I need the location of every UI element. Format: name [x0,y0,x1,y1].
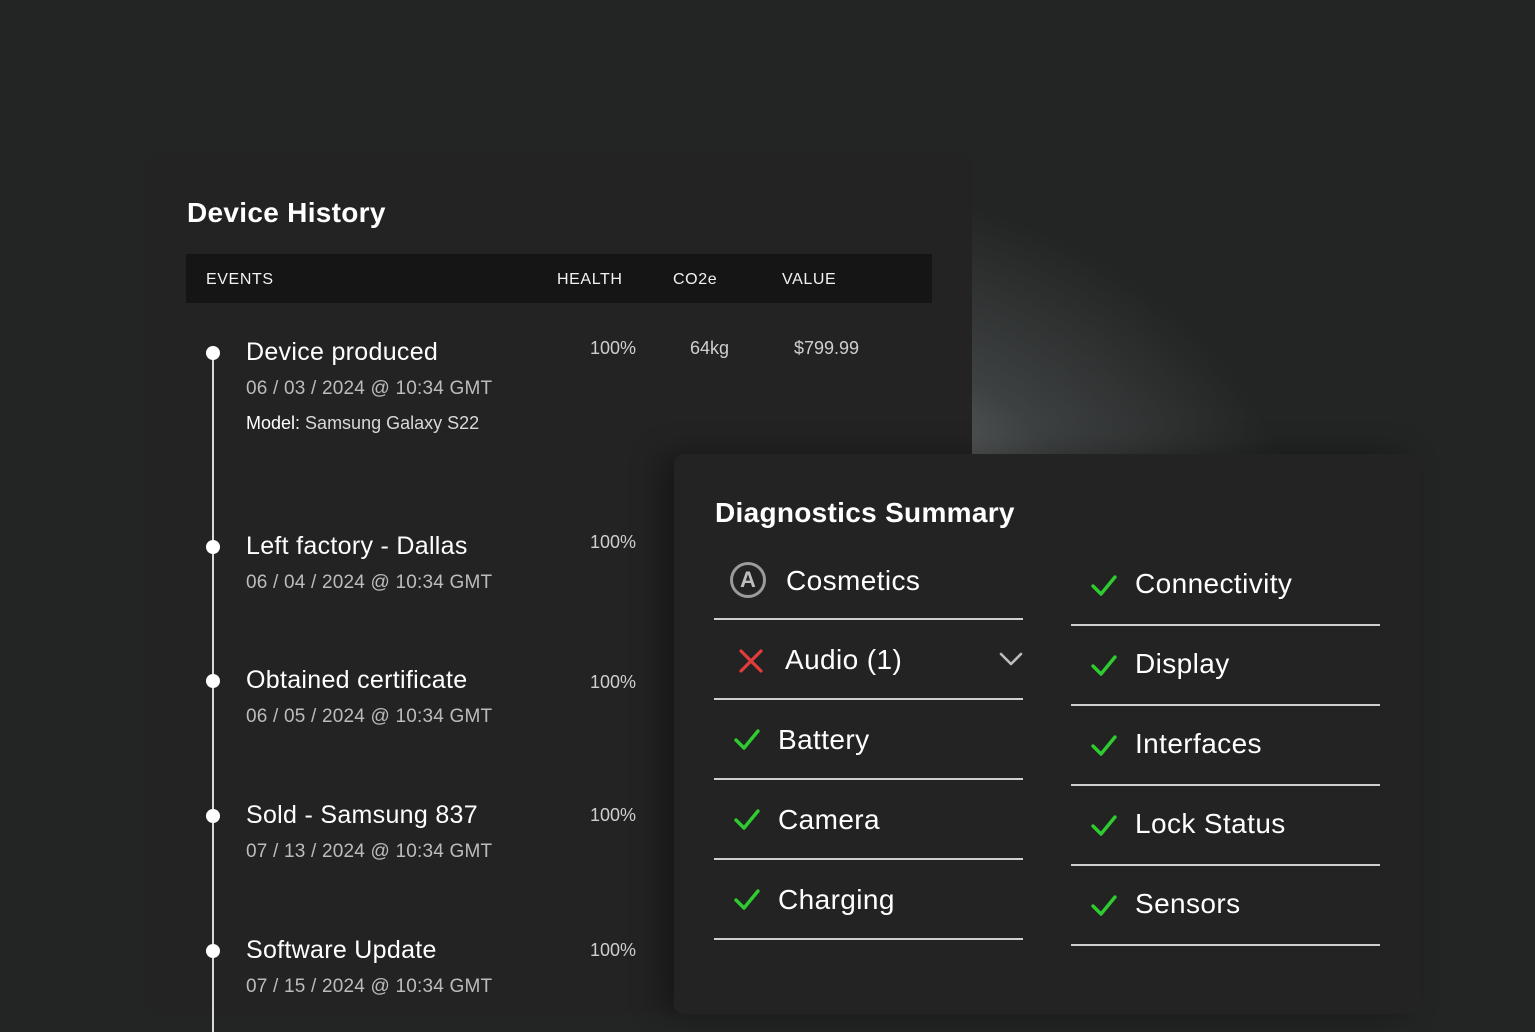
check-icon [734,809,760,830]
event-health: 100% [590,940,637,960]
history-table-header: EVENTS HEALTH CO2e VALUE [186,254,932,303]
diag-item-sensors[interactable]: Sensors [1071,866,1380,946]
diag-item-label: Lock Status [1135,808,1286,839]
event-date: 06 / 04 / 2024 @ 10:34 GMT [246,572,493,593]
diag-item-battery[interactable]: Battery [714,700,1023,780]
column-header-co2e: CO2e [673,271,718,288]
check-icon [1091,895,1117,916]
chevron-down-icon[interactable] [999,651,1023,667]
check-icon [1091,735,1117,756]
timeline-dot [206,674,220,688]
diagnostics-summary-title: Diagnostics Summary [715,497,1015,528]
diag-item-lock-status[interactable]: Lock Status [1071,786,1380,866]
event-health: 100% [590,672,637,692]
event-health: 100% [590,532,637,552]
check-icon [734,889,760,910]
column-header-value: VALUE [782,271,837,288]
diag-item-label: Battery [778,724,870,755]
column-header-events: EVENTS [206,271,274,288]
diag-item-label: Charging [778,884,895,915]
event-value: $799.99 [794,338,860,358]
diag-item-label: Camera [778,804,880,835]
diag-item-connectivity[interactable]: Connectivity [1071,546,1380,626]
column-header-health: HEALTH [557,271,623,288]
timeline-dot [206,944,220,958]
diag-item-label: Connectivity [1135,568,1293,599]
diag-item-cosmetics[interactable]: A Cosmetics [714,540,1023,620]
diag-item-label: Sensors [1135,888,1241,919]
event-title: Device produced [246,338,439,366]
timeline-line [212,352,214,1032]
check-icon [1091,655,1117,676]
check-icon [1091,815,1117,836]
event-title: Left factory - Dallas [246,532,468,560]
diag-item-label: Cosmetics [786,565,921,596]
event-title: Sold - Samsung 837 [246,801,478,829]
event-date: 06 / 05 / 2024 @ 10:34 GMT [246,706,493,727]
diag-item-display[interactable]: Display [1071,626,1380,706]
event-date: 06 / 03 / 2024 @ 10:34 GMT [246,378,493,399]
diag-item-charging[interactable]: Charging [714,860,1023,940]
timeline-dot [206,809,220,823]
device-history-title: Device History [187,197,386,228]
diag-item-audio[interactable]: Audio (1) [714,620,1023,700]
check-icon [1091,575,1117,596]
diagnostics-summary-panel: Diagnostics Summary A Cosmetics Audio (1… [674,454,1420,1014]
check-icon [734,729,760,750]
event-title: Software Update [246,936,437,964]
timeline-dot [206,346,220,360]
event-date: 07 / 15 / 2024 @ 10:34 GMT [246,976,493,997]
fail-x-icon [739,649,763,673]
event-date: 07 / 13 / 2024 @ 10:34 GMT [246,841,493,862]
diag-item-label: Display [1135,648,1230,679]
model-label: Model: [246,413,301,433]
event-title: Obtained certificate [246,666,468,694]
diag-item-label: Interfaces [1135,728,1262,759]
event-co2e: 64kg [690,338,730,358]
diag-item-label: Audio (1) [785,644,903,675]
timeline-dot [206,540,220,554]
event-health: 100% [590,805,637,825]
grade-a-icon: A [730,562,766,598]
diag-item-camera[interactable]: Camera [714,780,1023,860]
diag-item-interfaces[interactable]: Interfaces [1071,706,1380,786]
model-value: Samsung Galaxy S22 [305,413,480,433]
event-health: 100% [590,338,637,358]
event-model: Model: Samsung Galaxy S22 [246,413,479,434]
